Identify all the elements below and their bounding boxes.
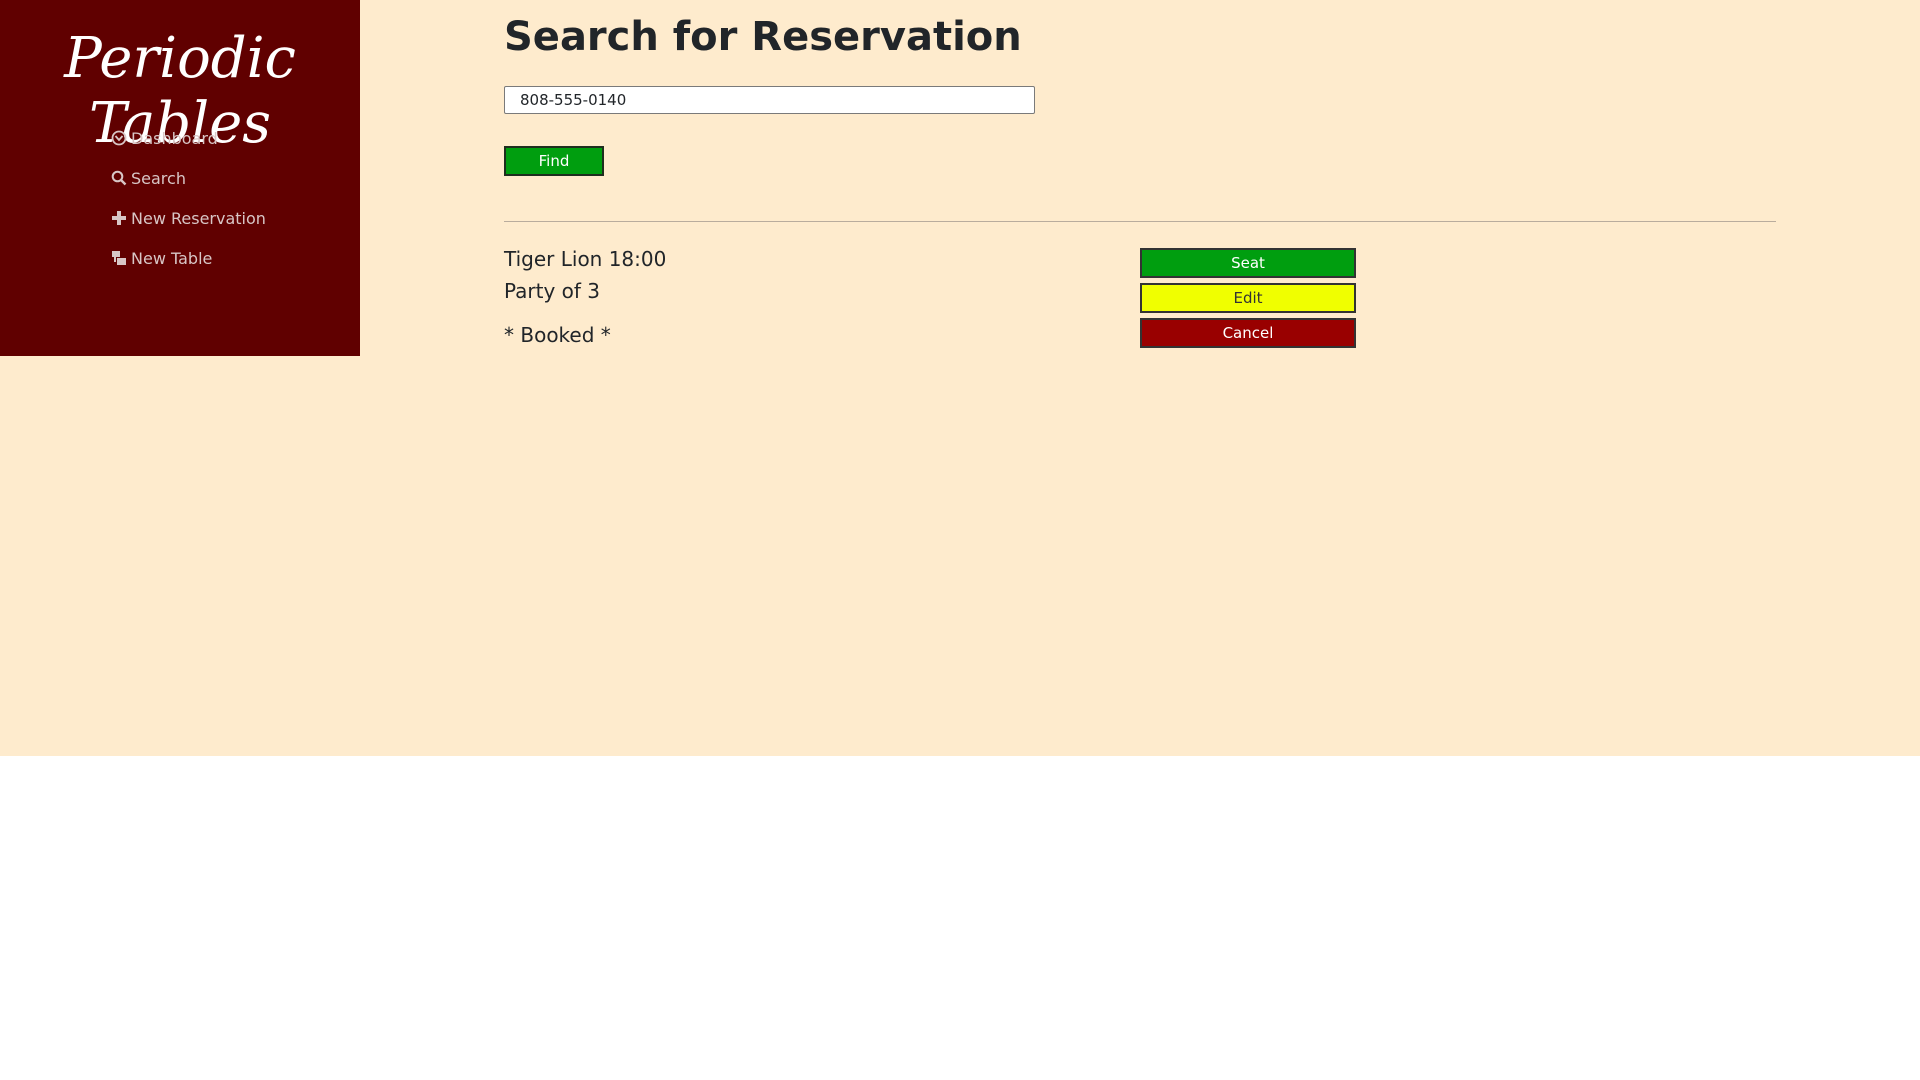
sidebar-item-label: Search xyxy=(131,168,186,188)
table-icon xyxy=(110,249,128,267)
app-container: Periodic Tables Dashboard Search New Res… xyxy=(0,0,1920,756)
reservation-status: * Booked * xyxy=(504,323,611,347)
cancel-button[interactable]: Cancel xyxy=(1140,318,1356,348)
sidebar: Periodic Tables Dashboard Search New Res… xyxy=(0,0,360,356)
search-icon xyxy=(110,169,128,187)
sidebar-item-label: New Table xyxy=(131,248,213,268)
sidebar-item-label: Dashboard xyxy=(131,128,218,148)
page-title: Search for Reservation xyxy=(504,14,1022,60)
sidebar-item-search[interactable]: Search xyxy=(110,158,266,198)
sidebar-item-label: New Reservation xyxy=(131,208,266,228)
sidebar-nav: Dashboard Search New Reservation New Tab… xyxy=(110,118,266,278)
sidebar-item-new-table[interactable]: New Table xyxy=(110,238,266,278)
sidebar-item-dashboard[interactable]: Dashboard xyxy=(110,118,266,158)
reservation-name-time: Tiger Lion 18:00 xyxy=(504,247,667,271)
dashboard-icon xyxy=(110,129,128,147)
plus-icon xyxy=(110,209,128,227)
divider xyxy=(504,221,1776,222)
find-button[interactable]: Find xyxy=(504,146,604,176)
seat-button[interactable]: Seat xyxy=(1140,248,1356,278)
sidebar-item-new-reservation[interactable]: New Reservation xyxy=(110,198,266,238)
reservation-party-size: Party of 3 xyxy=(504,279,601,303)
mobile-number-search-input[interactable] xyxy=(504,86,1035,114)
edit-button[interactable]: Edit xyxy=(1140,283,1356,313)
